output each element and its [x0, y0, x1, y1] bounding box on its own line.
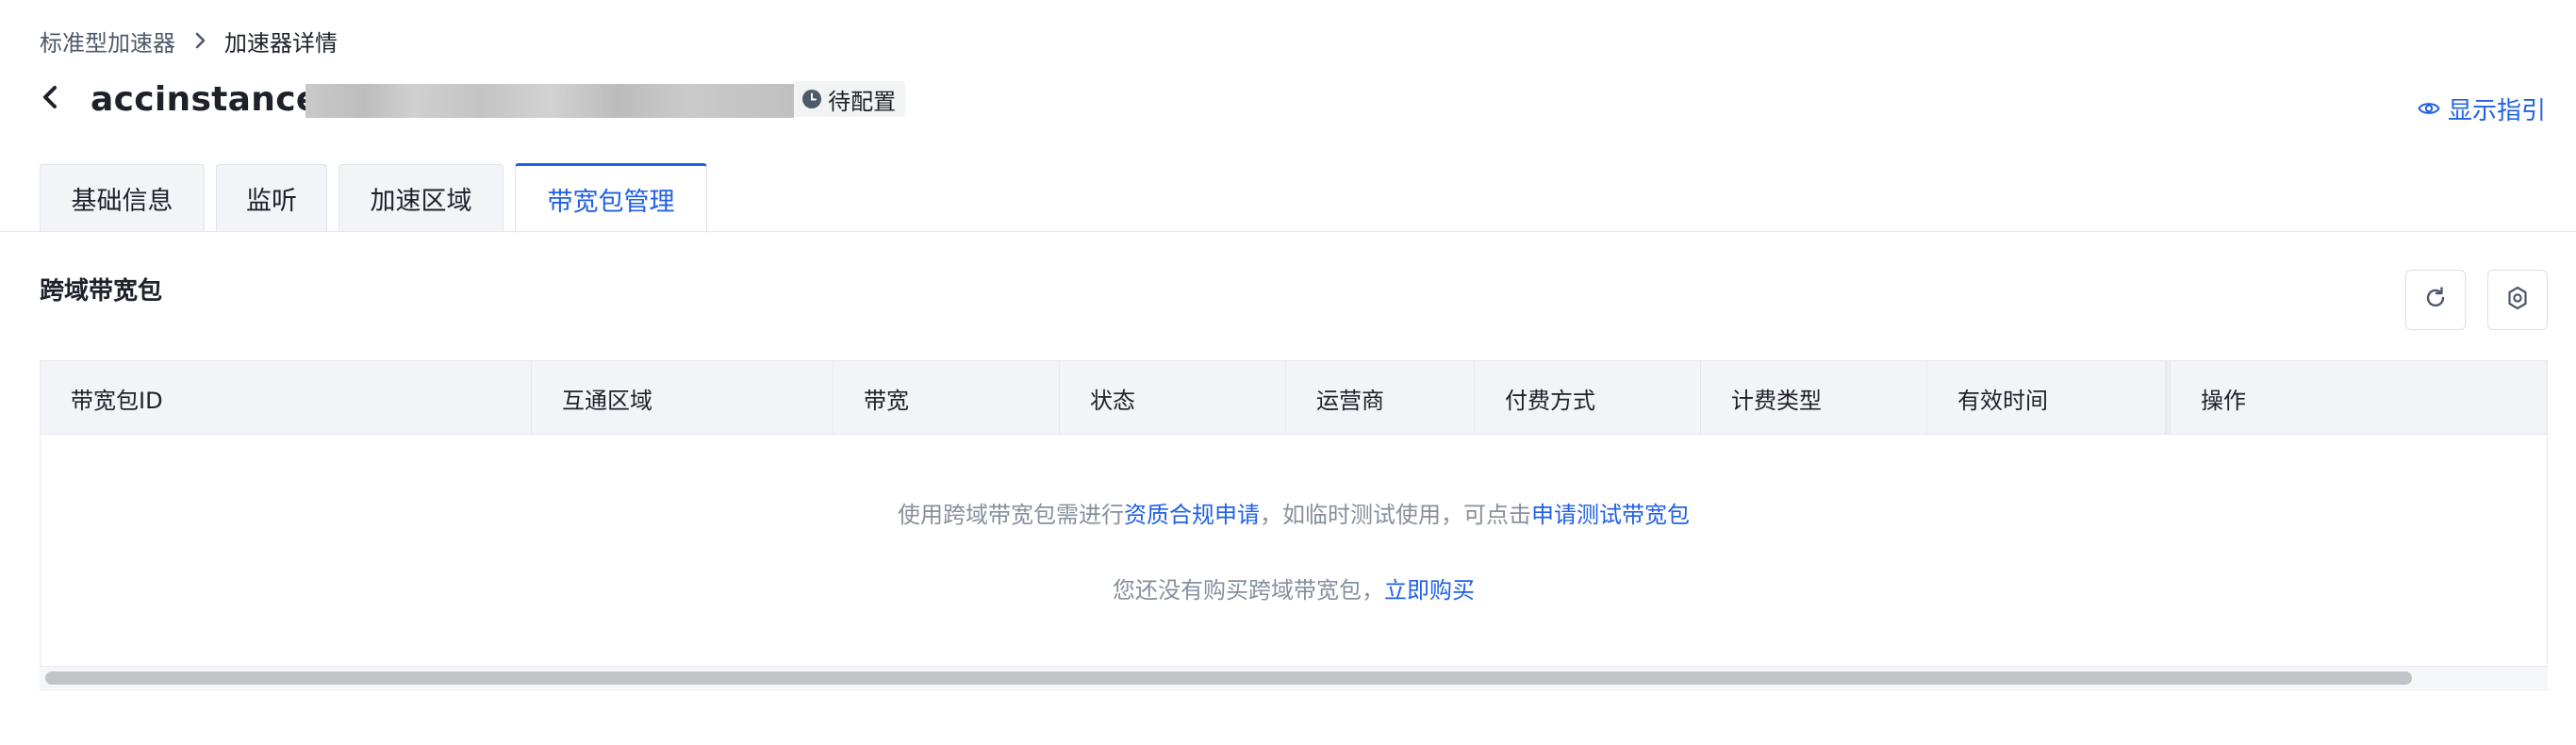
refresh-icon — [2422, 285, 2449, 315]
gear-icon — [2504, 285, 2531, 315]
clock-icon — [801, 89, 822, 109]
status-text: 待配置 — [828, 88, 897, 115]
back-button[interactable] — [40, 80, 77, 118]
column-header-package-id: 带宽包ID — [41, 361, 532, 435]
eye-icon — [2418, 99, 2440, 118]
tab-bar: 基础信息 监听 加速区域 带宽包管理 — [40, 163, 718, 233]
breadcrumb-parent-link[interactable]: 标准型加速器 — [40, 25, 175, 58]
tab-label: 监听 — [246, 187, 297, 216]
refresh-button[interactable] — [2405, 270, 2466, 330]
table-header: 带宽包ID 互通区域 带宽 状态 运营商 付费方式 计费类型 有效时间 操作 — [41, 361, 2547, 435]
tabs-divider — [0, 231, 2576, 232]
tab-label: 加速区域 — [370, 187, 472, 216]
tab-label: 基础信息 — [71, 187, 173, 216]
settings-button[interactable] — [2487, 270, 2548, 330]
tab-basic-info[interactable]: 基础信息 — [40, 164, 205, 232]
page-title: accinstance-o 4F — [91, 80, 794, 119]
section-title: 跨域带宽包 — [40, 277, 163, 306]
redaction-mask — [305, 83, 794, 118]
chevron-left-icon — [40, 83, 60, 115]
show-guide-label: 显示指引 — [2447, 96, 2546, 125]
column-header-billing-type: 计费类型 — [1701, 361, 1927, 435]
column-header-status: 状态 — [1060, 361, 1286, 435]
empty-hint-text: ，如临时测试使用，可点击 — [1260, 502, 1531, 528]
breadcrumb-current: 加速器详情 — [224, 29, 338, 57]
breadcrumb: 标准型加速器 加速器详情 — [40, 25, 338, 57]
status-badge: 待配置 — [792, 81, 906, 117]
title-row: accinstance-o 4F 待配置 — [40, 75, 906, 123]
tab-listener[interactable]: 监听 — [216, 164, 327, 232]
horizontal-scrollbar[interactable] — [40, 666, 2548, 688]
column-header-carrier: 运营商 — [1286, 361, 1475, 435]
buy-now-link[interactable]: 立即购买 — [1384, 577, 1475, 604]
apply-test-package-link[interactable]: 申请测试带宽包 — [1531, 502, 1690, 528]
chevron-right-icon — [194, 31, 207, 50]
tab-label: 带宽包管理 — [547, 188, 675, 217]
column-header-payment: 付费方式 — [1475, 361, 1701, 435]
empty-hint-text: 您还没有购买跨域带宽包， — [1113, 577, 1384, 604]
show-guide-link[interactable]: 显示指引 — [2418, 92, 2546, 125]
tab-acceleration-region[interactable]: 加速区域 — [339, 164, 504, 232]
empty-state-compliance-hint: 使用跨域带宽包需进行资质合规申请，如临时测试使用，可点击申请测试带宽包 — [41, 496, 2547, 529]
column-header-valid-time: 有效时间 — [1927, 361, 2171, 435]
compliance-apply-link[interactable]: 资质合规申请 — [1124, 502, 1260, 528]
bandwidth-package-table: 带宽包ID 互通区域 带宽 状态 运营商 付费方式 计费类型 有效时间 操作 使… — [40, 360, 2548, 690]
empty-state-purchase-hint: 您还没有购买跨域带宽包，立即购买 — [41, 571, 2547, 604]
column-header-actions: 操作 — [2201, 387, 2246, 414]
scrollbar-thumb[interactable] — [45, 671, 2412, 685]
empty-hint-text: 使用跨域带宽包需进行 — [898, 502, 1124, 528]
column-header-bandwidth: 带宽 — [834, 361, 1060, 435]
column-header-region: 互通区域 — [532, 361, 834, 435]
tab-bandwidth-package[interactable]: 带宽包管理 — [515, 163, 707, 233]
